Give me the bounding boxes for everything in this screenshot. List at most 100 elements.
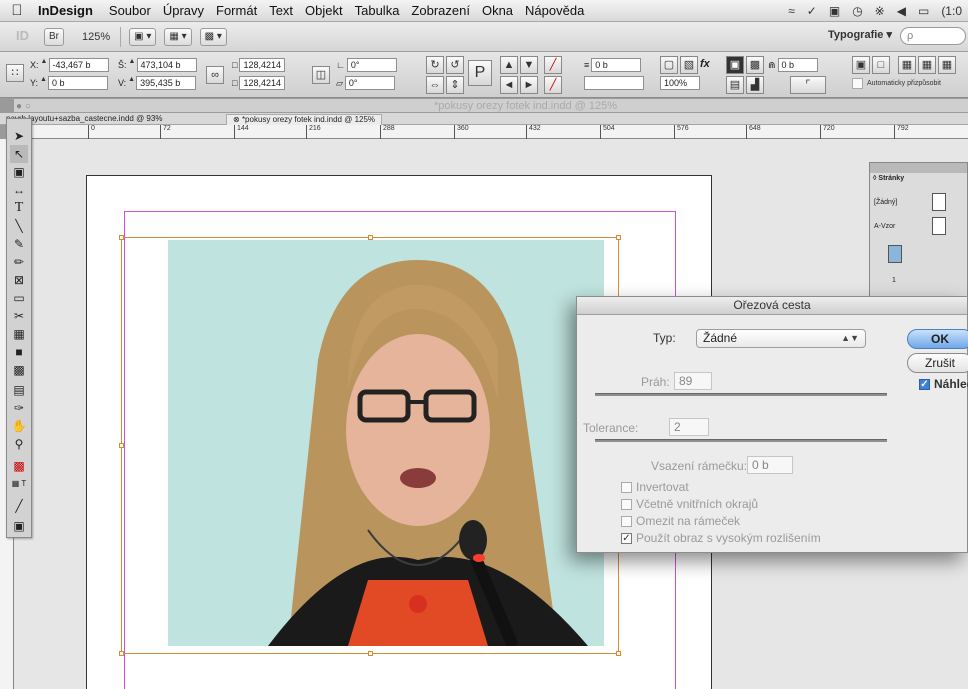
checkmark-icon[interactable]: ✓ [807, 4, 817, 18]
scale-y-field[interactable]: 128,4214 [239, 76, 286, 90]
selection-tool-icon[interactable]: ➤ [10, 127, 28, 145]
stroke-type-field[interactable] [584, 76, 644, 90]
auto-fit-checkbox[interactable]: Automaticky přizpůsobit [852, 78, 941, 89]
select-container-icon[interactable]: ▲ [500, 56, 518, 74]
cancel-button[interactable]: Zrušit [907, 353, 968, 373]
fit-frame-icon[interactable]: ▣ [852, 56, 870, 74]
flip-horizontal-icon[interactable]: ⇔ [426, 76, 444, 94]
text-wrap-icon[interactable]: ▣ [726, 56, 744, 74]
bluetooth-icon[interactable]: ※ [875, 4, 885, 18]
ok-button[interactable]: OK [907, 329, 968, 349]
menu-objekt[interactable]: Objekt [299, 3, 349, 18]
fit-proportionally-icon[interactable]: ▦ [918, 56, 936, 74]
wrap-shape-icon[interactable]: ▤ [726, 76, 744, 94]
rotation-field[interactable]: 0° [346, 58, 397, 72]
close-tab-icon[interactable]: ⊗ [233, 115, 242, 124]
wrap-bbox-icon[interactable]: ▩ [746, 56, 764, 74]
bridge-button[interactable]: Br [44, 27, 64, 46]
pages-panel-title[interactable]: ◊ Stránky [873, 175, 904, 182]
apply-none-icon[interactable]: ╱ [10, 497, 28, 515]
page-1-thumb[interactable] [888, 245, 902, 263]
display-icon[interactable]: ▣ [829, 4, 840, 18]
menu-format[interactable]: Formát [210, 3, 263, 18]
effects-icon[interactable]: ▢ [660, 56, 678, 74]
threshold-slider[interactable] [595, 393, 887, 396]
arrange-documents-button[interactable]: ▩ ▾ [199, 27, 227, 46]
window-buttons-icon[interactable]: ● ○ [16, 101, 31, 112]
battery-icon[interactable]: ▭ [918, 4, 929, 18]
rotate-cw-icon[interactable]: ↻ [426, 56, 444, 74]
time-machine-icon[interactable]: ◷ [852, 4, 862, 18]
constrain-proportions-icon[interactable]: ∞ [206, 66, 224, 84]
use-high-resolution-checkbox[interactable]: ✓ Použít obraz s vysokým rozlišením [621, 531, 821, 545]
x-field[interactable]: -43,467 b [48, 58, 109, 72]
menu-text[interactable]: Text [263, 3, 299, 18]
note-tool-icon[interactable]: ▤ [10, 381, 28, 399]
type-select[interactable]: Žádné ▲▼ [696, 329, 866, 348]
menu-upravy[interactable]: Úpravy [157, 3, 210, 18]
hand-tool-icon[interactable]: ✋ [10, 417, 28, 435]
gradient-tool-icon[interactable]: ■ [10, 343, 28, 361]
eyedropper-tool-icon[interactable]: ✑ [10, 399, 28, 417]
threshold-field[interactable]: 89 [674, 372, 712, 390]
fill-swatch-icon[interactable]: ╱ [544, 56, 562, 74]
graphic-frame[interactable] [119, 235, 621, 656]
swap-colors-icon[interactable]: ▦ T [10, 475, 28, 493]
menu-tabulka[interactable]: Tabulka [349, 3, 406, 18]
frame-handle[interactable] [368, 651, 373, 656]
fill-stroke-icon[interactable]: ▩ [10, 457, 28, 475]
page-tool-icon[interactable]: ▣ [10, 163, 28, 181]
zoom-level[interactable]: 125% [82, 31, 110, 43]
direct-selection-tool-icon[interactable]: ↖ [10, 145, 28, 163]
select-previous-icon[interactable]: ◄ [500, 76, 518, 94]
shear-field[interactable]: 0° [344, 76, 395, 90]
opacity-field[interactable]: 100% [660, 76, 700, 90]
flip-vertical-icon[interactable]: ⇕ [446, 76, 464, 94]
free-transform-tool-icon[interactable]: ▦ [10, 325, 28, 343]
fill-proportionally-icon[interactable]: ▦ [898, 56, 916, 74]
zoom-tool-icon[interactable]: ⚲ [10, 435, 28, 453]
x-stepper-icon[interactable]: ▲▼ [41, 58, 55, 72]
tolerance-slider[interactable] [595, 439, 887, 442]
gradient-feather-tool-icon[interactable]: ▩ [10, 361, 28, 379]
search-input[interactable]: ρ [900, 27, 966, 45]
horizontal-ruler[interactable]: 0 72 144 216 288 360 432 504 576 648 720… [14, 125, 968, 139]
none-master-thumb[interactable] [932, 193, 946, 211]
drop-shadow-icon[interactable]: ▧ [680, 56, 698, 74]
tolerance-field[interactable]: 2 [669, 418, 709, 436]
rotate-ccw-icon[interactable]: ↺ [446, 56, 464, 74]
rectangle-frame-tool-icon[interactable]: ⊠ [10, 271, 28, 289]
tab-active-document[interactable]: ⊗ *pokusy orezy fotek ind.indd @ 125% [226, 114, 383, 125]
inset-frame-field[interactable]: 0 b [747, 456, 793, 474]
frame-handle[interactable] [119, 443, 124, 448]
volume-icon[interactable]: ◀ [897, 4, 906, 18]
width-field[interactable]: 473,104 b [136, 58, 197, 72]
frame-handle[interactable] [368, 235, 373, 240]
y-field[interactable]: 0 b [48, 76, 109, 90]
select-next-icon[interactable]: ► [520, 76, 538, 94]
stroke-weight-field[interactable]: 0 b [591, 58, 642, 72]
corner-options-icon[interactable]: ⌜ [790, 76, 826, 94]
include-inside-edges-checkbox[interactable]: Včetně vnitřních okrajů [621, 497, 758, 511]
frame-handle[interactable] [119, 651, 124, 656]
height-field[interactable]: 395,435 b [136, 76, 197, 90]
menu-napoveda[interactable]: Nápověda [519, 3, 590, 18]
pages-panel-header[interactable] [870, 163, 967, 173]
preview-checkbox[interactable]: ✓ Náhled [919, 377, 968, 391]
wrap-jump-icon[interactable]: ▟ [746, 76, 764, 94]
scale-x-field[interactable]: 128,4214 [239, 58, 286, 72]
select-content-icon[interactable]: ▼ [520, 56, 538, 74]
gap-tool-icon[interactable]: ↔ [10, 181, 28, 199]
frame-handle[interactable] [616, 235, 621, 240]
invert-checkbox[interactable]: Invertovat [621, 480, 689, 494]
constrain-scale-icon[interactable]: ◫ [312, 66, 330, 84]
fx-icon[interactable]: fx [700, 58, 710, 70]
fit-offset-field[interactable]: 0 b [777, 58, 818, 72]
pen-tool-icon[interactable]: ✎ [10, 235, 28, 253]
view-options-button[interactable]: ▣ ▾ [129, 27, 157, 46]
center-content-icon[interactable]: ▦ [938, 56, 956, 74]
stroke-swatch-icon[interactable]: ╱ [544, 76, 562, 94]
width-stepper-icon[interactable]: ▲▼ [129, 58, 143, 72]
menu-okna[interactable]: Okna [476, 3, 519, 18]
scissors-tool-icon[interactable]: ✂ [10, 307, 28, 325]
